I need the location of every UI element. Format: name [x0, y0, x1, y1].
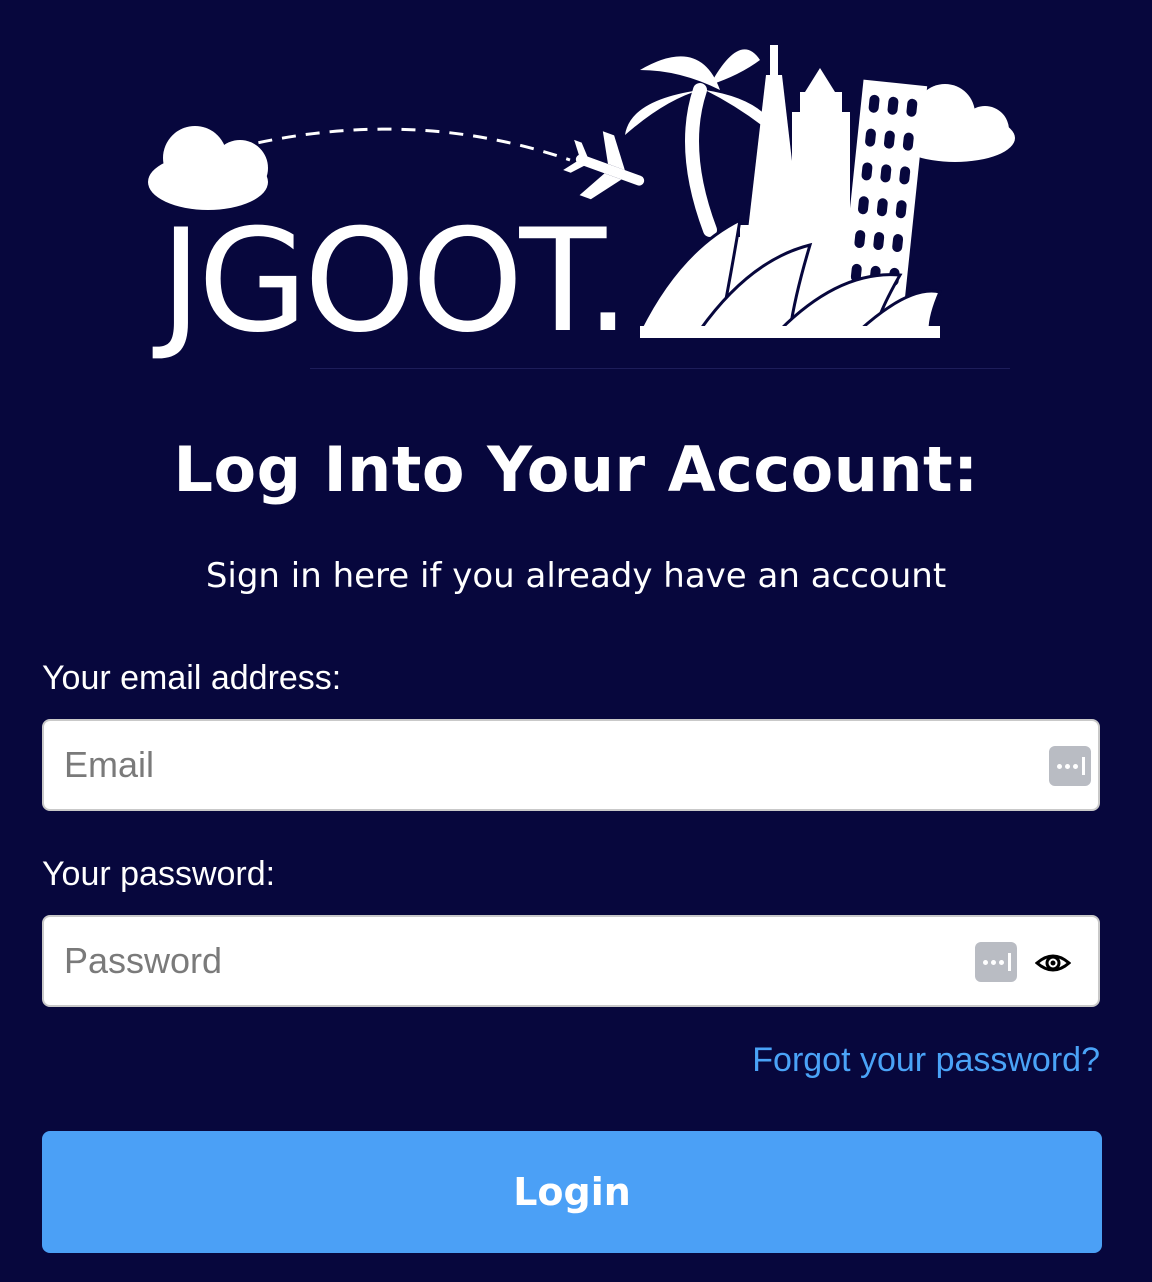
brand-logo: JGOOT.: [140, 30, 1020, 370]
autofill-key-icon[interactable]: [1049, 746, 1091, 786]
page-subtitle: Sign in here if you already have an acco…: [205, 556, 947, 596]
autofill-key-icon[interactable]: [975, 942, 1017, 982]
password-label: Your password:: [42, 855, 276, 893]
cloud-icon: [148, 126, 268, 210]
forgot-password-link[interactable]: Forgot your password?: [752, 1040, 1100, 1080]
password-input[interactable]: [64, 917, 964, 1005]
eye-icon[interactable]: [1034, 945, 1072, 981]
skyline-base: [640, 326, 940, 338]
logo-wordmark: JGOOT.: [152, 199, 626, 364]
password-field[interactable]: [42, 915, 1100, 1007]
flight-path: [234, 127, 571, 162]
email-label: Your email address:: [42, 659, 342, 697]
login-button[interactable]: Login: [42, 1131, 1102, 1253]
email-input[interactable]: [64, 721, 964, 809]
logo-illustration: JGOOT.: [148, 45, 1015, 364]
palm-tree-icon: [685, 83, 717, 237]
logo-divider: [310, 368, 1010, 369]
page-title: Log Into Your Account:: [173, 433, 979, 506]
email-field[interactable]: [42, 719, 1100, 811]
